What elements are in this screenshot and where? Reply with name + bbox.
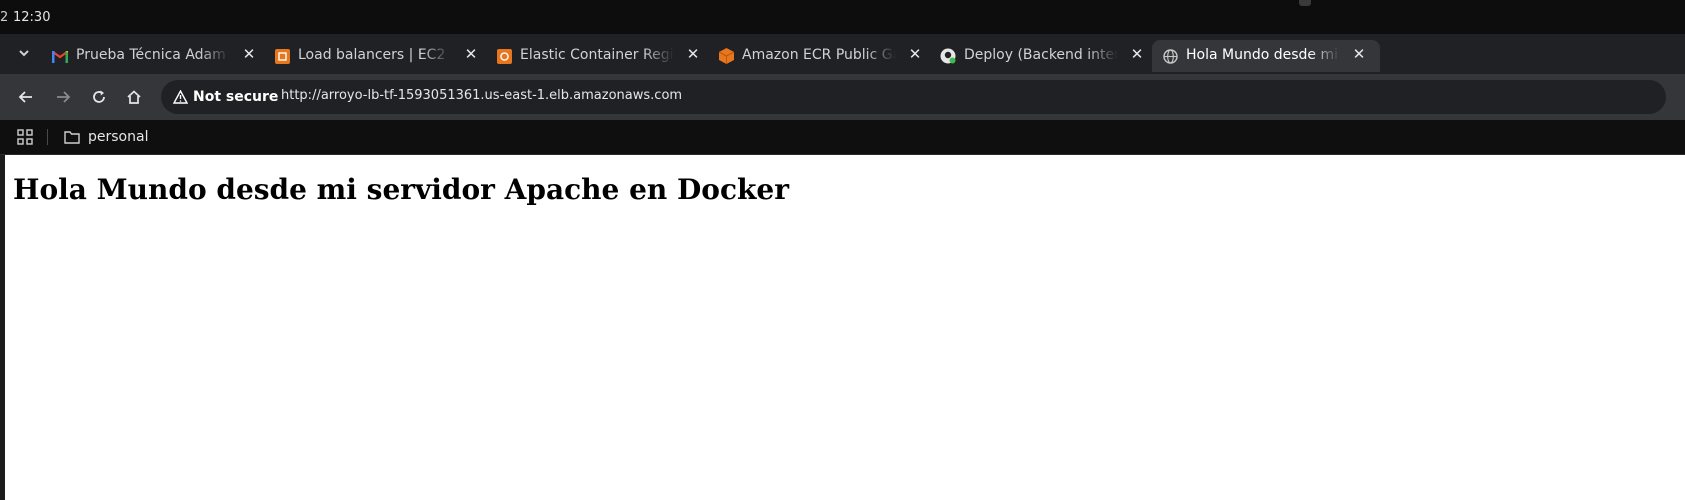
security-chip[interactable]: Not secure (169, 86, 284, 108)
browser-toolbar: Not secure http://arroyo-lb-tf-159305136… (0, 74, 1685, 120)
tab-elastic-container-registry[interactable]: Elastic Container Registr ✕ (486, 40, 714, 72)
tab-ecr-public-gallery[interactable]: Amazon ECR Public Galle ✕ (708, 40, 936, 72)
back-button[interactable] (14, 85, 38, 109)
close-icon[interactable]: ✕ (1128, 45, 1146, 63)
window-left-edge (0, 155, 5, 500)
warning-icon (173, 89, 189, 105)
apps-grid-icon[interactable] (17, 129, 33, 145)
aws-ecr-icon (496, 48, 512, 64)
close-icon[interactable]: ✕ (240, 45, 258, 63)
security-label: Not secure (193, 89, 279, 105)
home-button[interactable] (122, 85, 146, 109)
tab-title: Prueba Técnica Adam Da (76, 47, 230, 63)
web-page: Hola Mundo desde mi servidor Apache en D… (0, 155, 1685, 500)
close-icon[interactable]: ✕ (1350, 45, 1368, 63)
clock-prefix: 2 (0, 10, 9, 25)
close-icon[interactable]: ✕ (906, 45, 924, 63)
url-text[interactable]: http://arroyo-lb-tf-1593051361.us-east-1… (281, 88, 682, 103)
tab-github-deploy[interactable]: Deploy (Backend interac ✕ (930, 40, 1158, 72)
bookmark-folder-personal[interactable]: personal (64, 126, 148, 148)
tab-title: Load balancers | EC2 | us (298, 47, 452, 63)
github-icon (940, 48, 956, 64)
globe-icon (1162, 48, 1178, 64)
tab-title: Hola Mundo desde mi Do (1186, 47, 1340, 63)
arrow-left-icon (18, 91, 32, 103)
bookmarks-divider (47, 129, 48, 145)
aws-cube-icon (718, 48, 734, 64)
close-icon[interactable]: ✕ (462, 45, 480, 63)
page-heading: Hola Mundo desde mi servidor Apache en D… (13, 173, 789, 206)
forward-button[interactable] (51, 85, 75, 109)
reload-icon (93, 90, 105, 103)
gmail-icon (52, 48, 68, 64)
tab-gmail[interactable]: Prueba Técnica Adam Da ✕ (42, 40, 270, 72)
tab-load-balancers[interactable]: Load balancers | EC2 | us ✕ (264, 40, 492, 72)
top-bar-notch (1299, 0, 1311, 6)
tab-search-button[interactable] (14, 45, 34, 65)
folder-icon (64, 131, 80, 144)
clock[interactable]: 12:30 (13, 10, 50, 25)
bookmark-label: personal (88, 129, 149, 145)
tab-strip: Prueba Técnica Adam Da ✕ Load balancers … (0, 34, 1685, 96)
address-bar[interactable]: Not secure http://arroyo-lb-tf-159305136… (161, 80, 1666, 114)
reload-button[interactable] (87, 85, 111, 109)
home-icon (127, 90, 141, 104)
tab-title: Deploy (Backend interac (964, 47, 1118, 63)
tab-hola-mundo[interactable]: Hola Mundo desde mi Do ✕ (1152, 40, 1380, 72)
os-top-bar: 2 12:30 (0, 0, 1685, 34)
arrow-right-icon (57, 91, 71, 103)
tab-title: Amazon ECR Public Galle (742, 47, 896, 63)
tab-title: Elastic Container Registr (520, 47, 674, 63)
close-icon[interactable]: ✕ (684, 45, 702, 63)
bookmarks-bar: personal (0, 120, 1685, 155)
chevron-down-icon (19, 50, 29, 57)
aws-ec2-icon (274, 48, 290, 64)
